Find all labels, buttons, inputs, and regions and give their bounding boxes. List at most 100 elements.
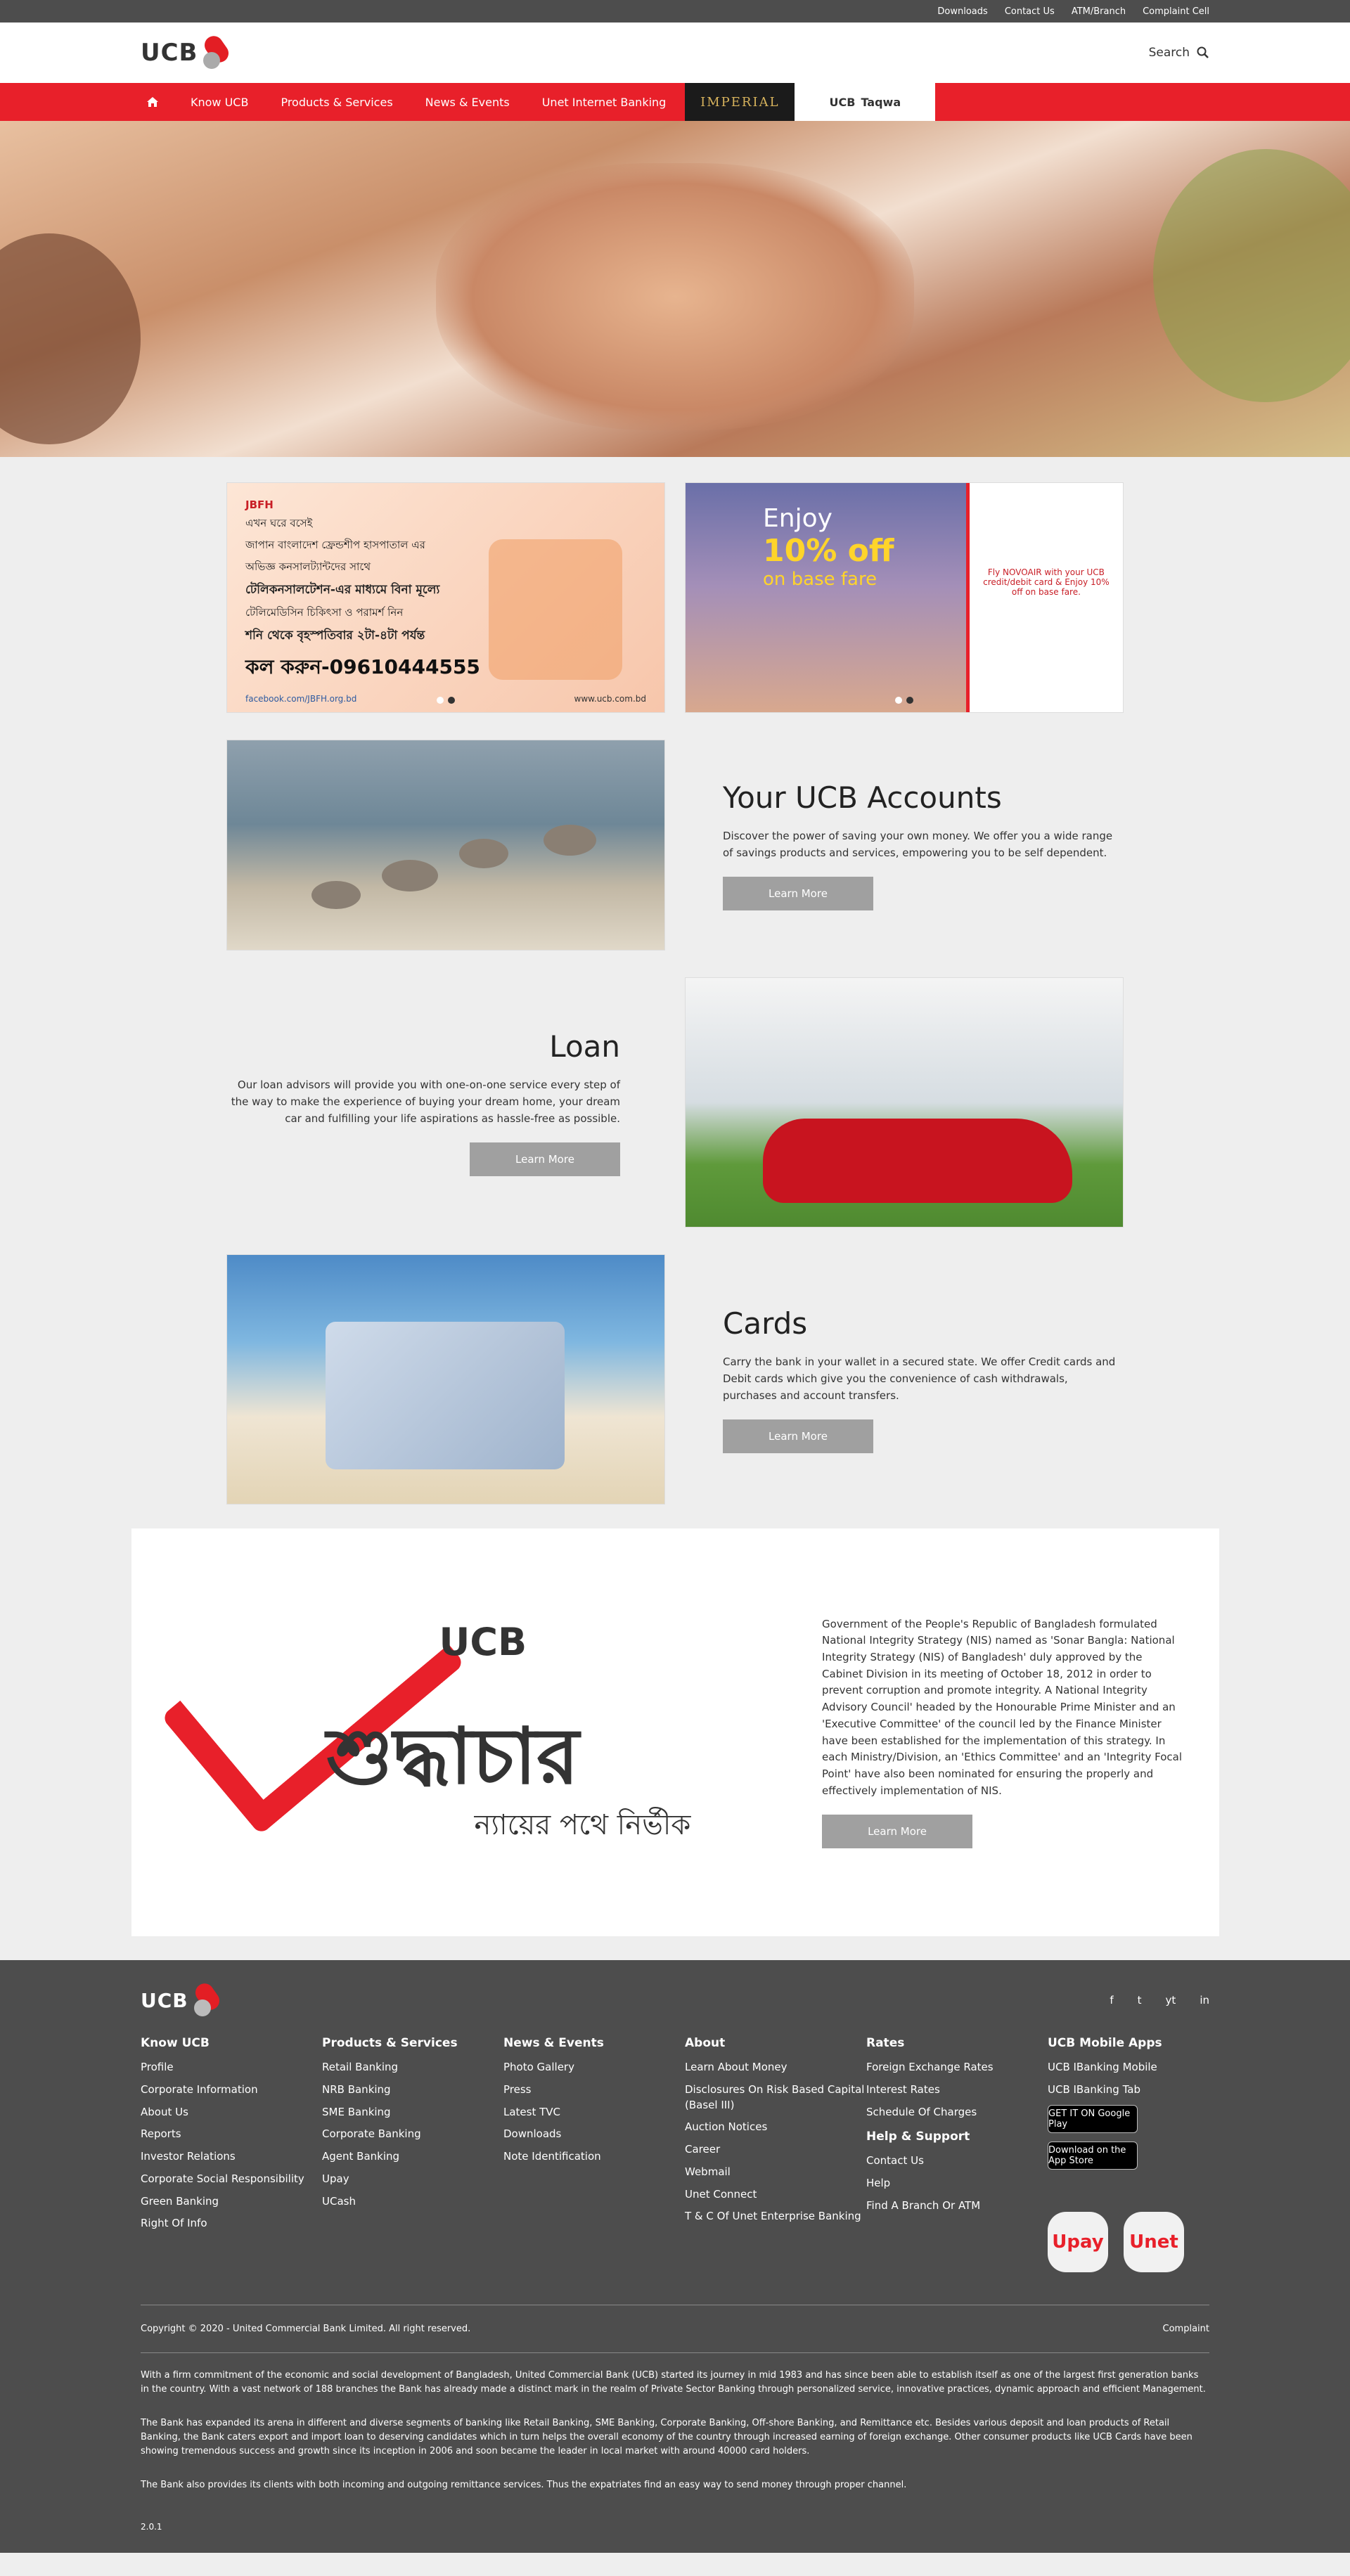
about-paragraph: The Bank also provides its clients with …: [141, 2480, 907, 2491]
footer-link[interactable]: Unet Connect: [685, 2187, 866, 2203]
footer-link[interactable]: UCash: [322, 2194, 503, 2210]
contact-us-link[interactable]: Contact Us: [1005, 6, 1055, 17]
ucb-logo[interactable]: UCB: [141, 32, 233, 70]
red-car-image: [685, 977, 1124, 1228]
footer-link[interactable]: Press: [503, 2082, 685, 2098]
footer-link[interactable]: Note Identification: [503, 2149, 685, 2165]
integrity-learn-more-button[interactable]: Learn More: [822, 1815, 973, 1849]
jbfh-org: JBFH: [245, 498, 274, 511]
footer-link[interactable]: Retail Banking: [322, 2060, 503, 2075]
footer-link[interactable]: Photo Gallery: [503, 2060, 685, 2075]
footer-link[interactable]: Downloads: [503, 2127, 685, 2142]
nav-unet-internet-banking[interactable]: Unet Internet Banking: [526, 83, 683, 121]
utility-bar: Downloads Contact Us ATM/Branch Complain…: [0, 0, 1350, 22]
nav-products-services[interactable]: Products & Services: [264, 83, 409, 121]
google-play-button[interactable]: GET IT ON Google Play: [1048, 2104, 1138, 2133]
footer-link[interactable]: Profile: [141, 2060, 322, 2075]
main-nav: Know UCB Products & Services News & Even…: [0, 83, 1350, 121]
carousel-dot[interactable]: [906, 697, 913, 704]
copyright-bar: Copyright © 2020 - United Commercial Ban…: [141, 2305, 1209, 2352]
footer-link[interactable]: T & C Of Unet Enterprise Banking: [685, 2209, 866, 2224]
carousel-dot[interactable]: [437, 697, 444, 704]
taqwa-ucb-logo: UCB: [829, 95, 856, 109]
footer-link[interactable]: Career: [685, 2142, 866, 2158]
footer-logo[interactable]: UCB: [141, 1980, 223, 2018]
accounts-title: Your UCB Accounts: [723, 780, 1002, 815]
footer-logo-text: UCB: [141, 1988, 188, 2012]
logo-mark-icon: [191, 1980, 223, 2018]
jbfh-line-1: এখন ঘরে বসেই: [245, 517, 313, 529]
twitter-icon[interactable]: t: [1138, 1994, 1142, 2007]
cards-feature: Cards Carry the bank in your wallet in a…: [226, 1254, 1124, 1505]
carousel-dot[interactable]: [448, 697, 455, 704]
jbfh-web: www.ucb.com.bd: [574, 694, 646, 704]
footer-link[interactable]: Contact Us: [866, 2153, 1048, 2169]
youtube-icon[interactable]: yt: [1166, 1994, 1176, 2007]
complaint-cell-link[interactable]: Complaint Cell: [1143, 6, 1209, 17]
footer-link[interactable]: Latest TVC: [503, 2105, 685, 2120]
footer-heading: Help & Support: [866, 2130, 970, 2144]
footer-link[interactable]: Learn About Money: [685, 2060, 866, 2075]
search-button[interactable]: Search: [1149, 46, 1209, 60]
novoair-offer-banner[interactable]: Enjoy 10% off on base fare Fly NOVOAIR w…: [685, 482, 1124, 713]
nav-imperial-banner[interactable]: IMPERIAL: [685, 83, 795, 121]
footer-heading: News & Events: [503, 2036, 604, 2050]
footer-link[interactable]: Corporate Social Responsibility: [141, 2172, 322, 2187]
footer-col-rates: Rates Foreign Exchange Rates Interest Ra…: [866, 2036, 1048, 2272]
footer-col-know-ucb: Know UCB Profile Corporate Information A…: [141, 2036, 322, 2272]
unet-app-icon[interactable]: Unet: [1124, 2211, 1184, 2272]
footer-col-about: About Learn About Money Disclosures On R…: [685, 2036, 866, 2272]
taqwa-label: Taqwa: [861, 95, 901, 109]
complaint-link[interactable]: Complaint: [1163, 2324, 1209, 2334]
loan-learn-more-button[interactable]: Learn More: [470, 1142, 620, 1176]
carousel-dot[interactable]: [895, 697, 902, 704]
footer-link[interactable]: Corporate Banking: [322, 2127, 503, 2142]
hero-image: [0, 121, 1350, 457]
upay-app-icon[interactable]: Upay: [1048, 2211, 1108, 2272]
novoair-enjoy: Enjoy: [763, 504, 832, 533]
footer-link[interactable]: Agent Banking: [322, 2149, 503, 2165]
footer-link[interactable]: Auction Notices: [685, 2120, 866, 2135]
footer-link[interactable]: Schedule Of Charges: [866, 2105, 1048, 2120]
site-footer: UCB f t yt in Know UCB Profile Corporate…: [0, 1960, 1350, 2554]
integrity-bangla-subtitle: ন্যায়ের পথে নির্ভীক: [474, 1809, 691, 1841]
footer-link[interactable]: Find A Branch Or ATM: [866, 2198, 1048, 2214]
nav-news-events[interactable]: News & Events: [409, 83, 526, 121]
footer-link[interactable]: Upay: [322, 2172, 503, 2187]
facebook-icon[interactable]: f: [1110, 1994, 1113, 2007]
accounts-learn-more-button[interactable]: Learn More: [723, 876, 873, 910]
footer-link[interactable]: Investor Relations: [141, 2149, 322, 2165]
footer-link[interactable]: Webmail: [685, 2165, 866, 2180]
footer-heading: Products & Services: [322, 2036, 458, 2050]
atm-branch-link[interactable]: ATM/Branch: [1072, 6, 1126, 17]
footer-link[interactable]: SME Banking: [322, 2105, 503, 2120]
nav-taqwa-banner[interactable]: UCB Taqwa: [795, 83, 936, 121]
footer-col-news: News & Events Photo Gallery Press Latest…: [503, 2036, 685, 2272]
beach-card-image: [226, 1254, 665, 1505]
footer-link[interactable]: About Us: [141, 2105, 322, 2120]
app-store-button[interactable]: Download on the App Store: [1048, 2141, 1138, 2170]
footer-link[interactable]: Green Banking: [141, 2194, 322, 2210]
cards-learn-more-button[interactable]: Learn More: [723, 1419, 873, 1453]
loan-text: Our loan advisors will provide you with …: [231, 1078, 620, 1125]
footer-link[interactable]: Interest Rates: [866, 2082, 1048, 2098]
footer-link[interactable]: Disclosures On Risk Based Capital (Basel…: [685, 2082, 866, 2113]
footer-link[interactable]: UCB IBanking Tab: [1048, 2082, 1209, 2098]
downloads-link[interactable]: Downloads: [937, 6, 987, 17]
footer-link[interactable]: Right Of Info: [141, 2216, 322, 2232]
footer-heading: About: [685, 2036, 726, 2050]
nav-know-ucb[interactable]: Know UCB: [174, 83, 264, 121]
footer-link[interactable]: Help: [866, 2176, 1048, 2191]
footer-link[interactable]: NRB Banking: [322, 2082, 503, 2098]
accounts-text: Discover the power of saving your own mo…: [723, 829, 1113, 859]
home-icon[interactable]: [141, 83, 174, 121]
footer-link[interactable]: Corporate Information: [141, 2082, 322, 2098]
jbfh-telemedicine-banner[interactable]: JBFH এখন ঘরে বসেই জাপান বাংলাদেশ ফ্রেন্ড…: [226, 482, 665, 713]
footer-link[interactable]: Reports: [141, 2127, 322, 2142]
integrity-text: Government of the People's Republic of B…: [822, 1617, 1183, 1797]
footer-link[interactable]: Foreign Exchange Rates: [866, 2060, 1048, 2075]
linkedin-icon[interactable]: in: [1200, 1994, 1209, 2007]
loan-feature: Loan Our loan advisors will provide you …: [226, 977, 1124, 1228]
jbfh-facebook: facebook.com/JBFH.org.bd: [245, 694, 357, 704]
footer-link[interactable]: UCB IBanking Mobile: [1048, 2060, 1209, 2075]
